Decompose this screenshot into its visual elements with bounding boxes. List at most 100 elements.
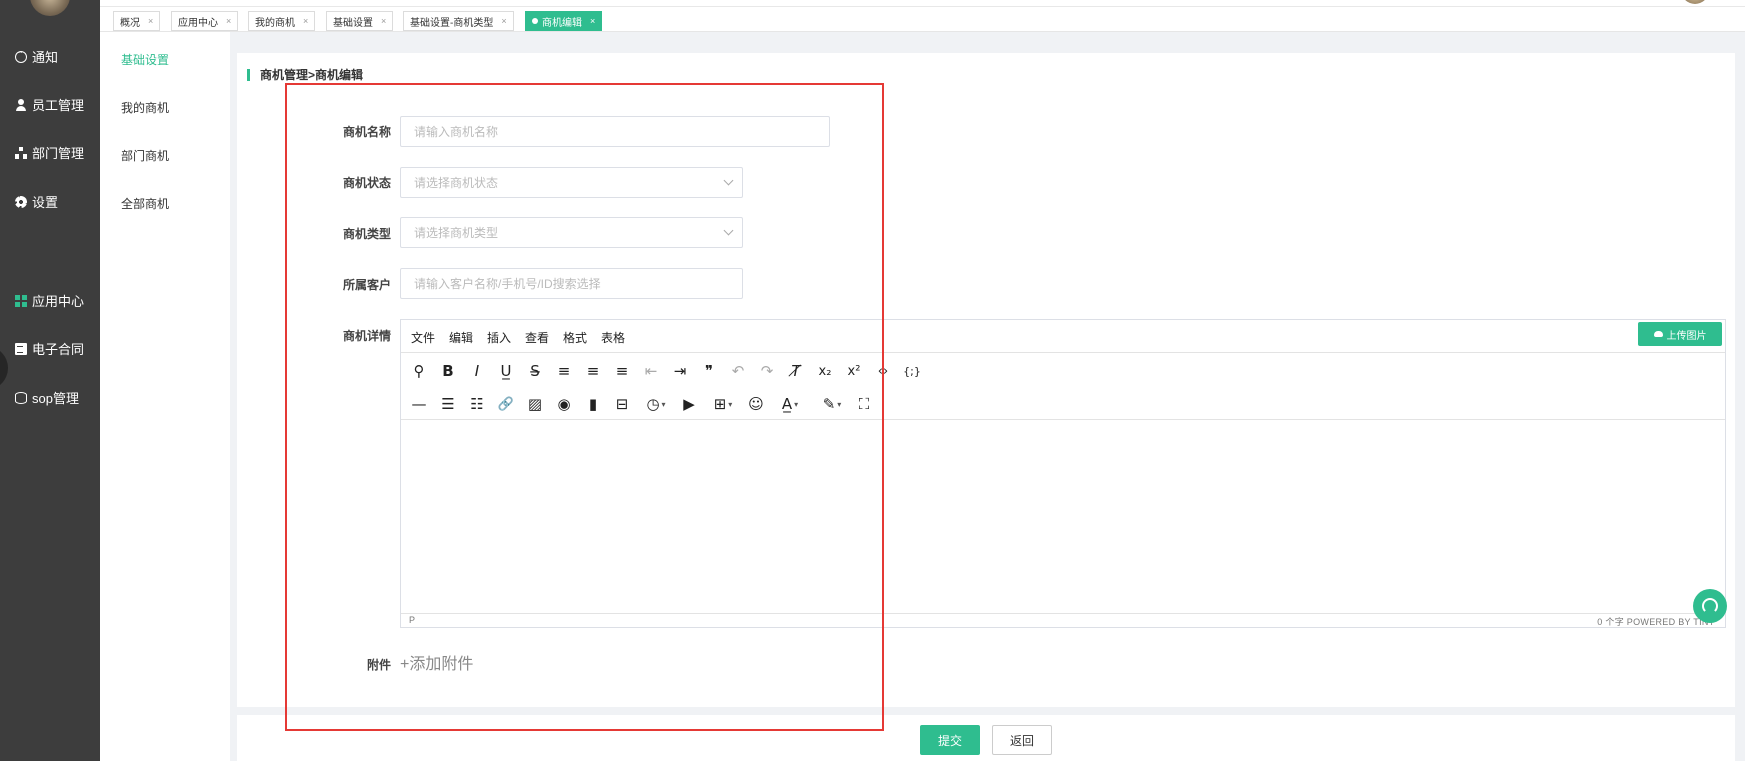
select-placeholder: 请选择商机类型 bbox=[414, 226, 499, 240]
tab-opportunity-edit[interactable]: 商机编辑 × bbox=[525, 11, 603, 31]
menu-file[interactable]: 文件 bbox=[411, 329, 435, 346]
submenu-item-basic-settings[interactable]: 基础设置 bbox=[121, 51, 169, 68]
tab-opportunity-types[interactable]: 基础设置-商机类型 × bbox=[403, 11, 514, 31]
align-center-icon[interactable]: ≡ bbox=[581, 360, 605, 382]
editor-content-area[interactable] bbox=[401, 420, 1725, 614]
align-right-icon[interactable]: ≡ bbox=[610, 360, 634, 382]
italic-icon[interactable]: I bbox=[465, 360, 489, 382]
submenu-item-dept-opportunities[interactable]: 部门商机 bbox=[121, 147, 169, 164]
strikethrough-icon[interactable]: S̶ bbox=[523, 360, 547, 382]
indent-icon[interactable]: ⇥ bbox=[668, 360, 692, 382]
tab-basic-settings[interactable]: 基础设置 × bbox=[326, 11, 394, 31]
detail-label: 商机详情 bbox=[342, 329, 391, 343]
sidebar-item-contract[interactable]: 电子合同 bbox=[15, 339, 84, 358]
superscript-icon[interactable]: x² bbox=[842, 360, 866, 382]
tab-app-center[interactable]: 应用中心 × bbox=[171, 11, 239, 31]
clear-format-icon[interactable]: T̸ bbox=[784, 360, 808, 382]
datetime-icon[interactable]: ◷ ▾ bbox=[639, 393, 673, 415]
rich-text-editor: 文件 编辑 插入 查看 格式 表格 上传图片 ⚲ B I U̲ S̶ ≡ ≡ ≡… bbox=[400, 319, 1726, 628]
bookmark-icon[interactable]: ▮ bbox=[581, 393, 605, 415]
sidebar-item-label: sop管理 bbox=[32, 391, 79, 406]
align-left-icon[interactable]: ≡ bbox=[552, 360, 576, 382]
numbered-list-icon[interactable]: ☷ bbox=[465, 393, 489, 415]
highlight-color-icon[interactable]: ✎ ▾ bbox=[815, 393, 849, 415]
document-icon bbox=[15, 342, 27, 355]
menu-insert[interactable]: 插入 bbox=[487, 329, 511, 346]
close-icon[interactable]: × bbox=[381, 16, 386, 26]
close-icon[interactable]: × bbox=[148, 16, 153, 26]
close-icon[interactable]: × bbox=[303, 16, 308, 26]
avatar[interactable] bbox=[30, 0, 70, 16]
opportunity-status-select[interactable]: 请选择商机状态 bbox=[400, 167, 743, 198]
opportunity-type-select[interactable]: 请选择商机类型 bbox=[400, 217, 743, 248]
headset-icon bbox=[1702, 598, 1718, 614]
add-attachment-button[interactable]: +添加附件 bbox=[400, 650, 473, 674]
tab-label: 概况 bbox=[120, 17, 140, 29]
undo-icon[interactable]: ↶ bbox=[726, 360, 750, 382]
editor-statusbar: P 0 个字 POWERED BY TINY bbox=[401, 613, 1725, 627]
menu-format[interactable]: 格式 bbox=[563, 329, 587, 346]
submenu-item-my-opportunities[interactable]: 我的商机 bbox=[121, 99, 169, 116]
preview-icon[interactable]: ◉ bbox=[552, 393, 576, 415]
menu-table[interactable]: 表格 bbox=[601, 329, 625, 346]
user-avatar[interactable] bbox=[1681, 0, 1709, 4]
form-actions-card bbox=[237, 715, 1735, 761]
bold-icon[interactable]: B bbox=[436, 360, 460, 382]
opportunity-name-input[interactable]: 请输入商机名称 bbox=[400, 116, 830, 147]
link-icon[interactable]: 🔗 bbox=[494, 393, 518, 415]
sidebar-item-settings[interactable]: 设置 bbox=[15, 192, 58, 211]
bullet-list-icon[interactable]: ☰ bbox=[436, 393, 460, 415]
sidebar-item-staff[interactable]: 员工管理 bbox=[15, 95, 84, 114]
submenu-item-all-opportunities[interactable]: 全部商机 bbox=[121, 195, 169, 212]
redo-icon[interactable]: ↷ bbox=[755, 360, 779, 382]
input-placeholder: 请输入客户名称/手机号/ID搜索选择 bbox=[414, 277, 601, 291]
close-icon[interactable]: × bbox=[226, 16, 231, 26]
text-color-icon[interactable]: A̲ ▾ bbox=[773, 393, 807, 415]
sidebar-item-label: 电子合同 bbox=[32, 342, 85, 357]
horizontal-rule-icon[interactable]: — bbox=[407, 393, 431, 415]
apps-icon bbox=[15, 294, 27, 307]
element-path[interactable]: P bbox=[409, 615, 415, 625]
media-icon[interactable]: ▶ bbox=[677, 393, 701, 415]
back-button[interactable]: 返回 bbox=[992, 725, 1052, 755]
image-icon[interactable]: ▨ bbox=[523, 393, 547, 415]
chevron-down-icon bbox=[723, 175, 734, 186]
menu-edit[interactable]: 编辑 bbox=[449, 329, 473, 346]
tab-label: 基础设置 bbox=[333, 17, 373, 29]
org-chart-icon bbox=[15, 146, 27, 159]
search-icon[interactable]: ⚲ bbox=[407, 360, 431, 382]
tab-overview[interactable]: 概况 × bbox=[113, 11, 161, 31]
name-label: 商机名称 bbox=[342, 125, 391, 139]
sidebar-item-label: 部门管理 bbox=[32, 146, 85, 161]
table-icon[interactable]: ⊞ ▾ bbox=[706, 393, 740, 415]
sidebar-item-notify[interactable]: 通知 bbox=[15, 47, 58, 66]
code-icon[interactable]: ‹› bbox=[871, 360, 895, 382]
emoticon-icon[interactable]: ☺ bbox=[744, 393, 768, 415]
editor-menubar: 文件 编辑 插入 查看 格式 表格 上传图片 bbox=[401, 320, 1725, 353]
sidebar-item-sop[interactable]: sop管理 bbox=[15, 388, 79, 407]
outdent-icon[interactable]: ⇤ bbox=[639, 360, 663, 382]
tab-my-opportunities[interactable]: 我的商机 × bbox=[248, 11, 316, 31]
breadcrumb: 商机管理>商机编辑 bbox=[247, 69, 363, 81]
submit-button[interactable]: 提交 bbox=[920, 725, 980, 755]
customer-label: 所属客户 bbox=[342, 278, 391, 292]
select-placeholder: 请选择商机状态 bbox=[414, 176, 499, 190]
support-chat-button[interactable] bbox=[1693, 589, 1727, 623]
underline-icon[interactable]: U̲ bbox=[494, 360, 518, 382]
fullscreen-icon[interactable]: ⛶ bbox=[852, 393, 876, 415]
close-icon[interactable]: × bbox=[590, 16, 595, 26]
sidebar-collapse-handle[interactable] bbox=[0, 346, 8, 390]
page-break-icon[interactable]: ⊟ bbox=[610, 393, 634, 415]
close-icon[interactable]: × bbox=[501, 16, 506, 26]
customer-search-input[interactable]: 请输入客户名称/手机号/ID搜索选择 bbox=[400, 268, 743, 299]
sidebar-item-department[interactable]: 部门管理 bbox=[15, 143, 84, 162]
upload-image-button[interactable]: 上传图片 bbox=[1638, 322, 1722, 346]
input-placeholder: 请输入商机名称 bbox=[414, 125, 499, 139]
menu-view[interactable]: 查看 bbox=[525, 329, 549, 346]
blockquote-icon[interactable]: ❞ bbox=[697, 360, 721, 382]
subscript-icon[interactable]: x₂ bbox=[813, 360, 837, 382]
tab-label: 基础设置-商机类型 bbox=[410, 17, 494, 29]
editor-toolbar-row-2: — ☰ ☷ 🔗 ▨ ◉ ▮ ⊟ ◷ ▾ ▶ ⊞ ▾ ☺ A̲ ▾ ✎ ▾ ⛶ bbox=[401, 387, 1725, 420]
sidebar-item-app-center[interactable]: 应用中心 bbox=[15, 291, 84, 310]
code-sample-icon[interactable]: {;} bbox=[900, 360, 924, 382]
